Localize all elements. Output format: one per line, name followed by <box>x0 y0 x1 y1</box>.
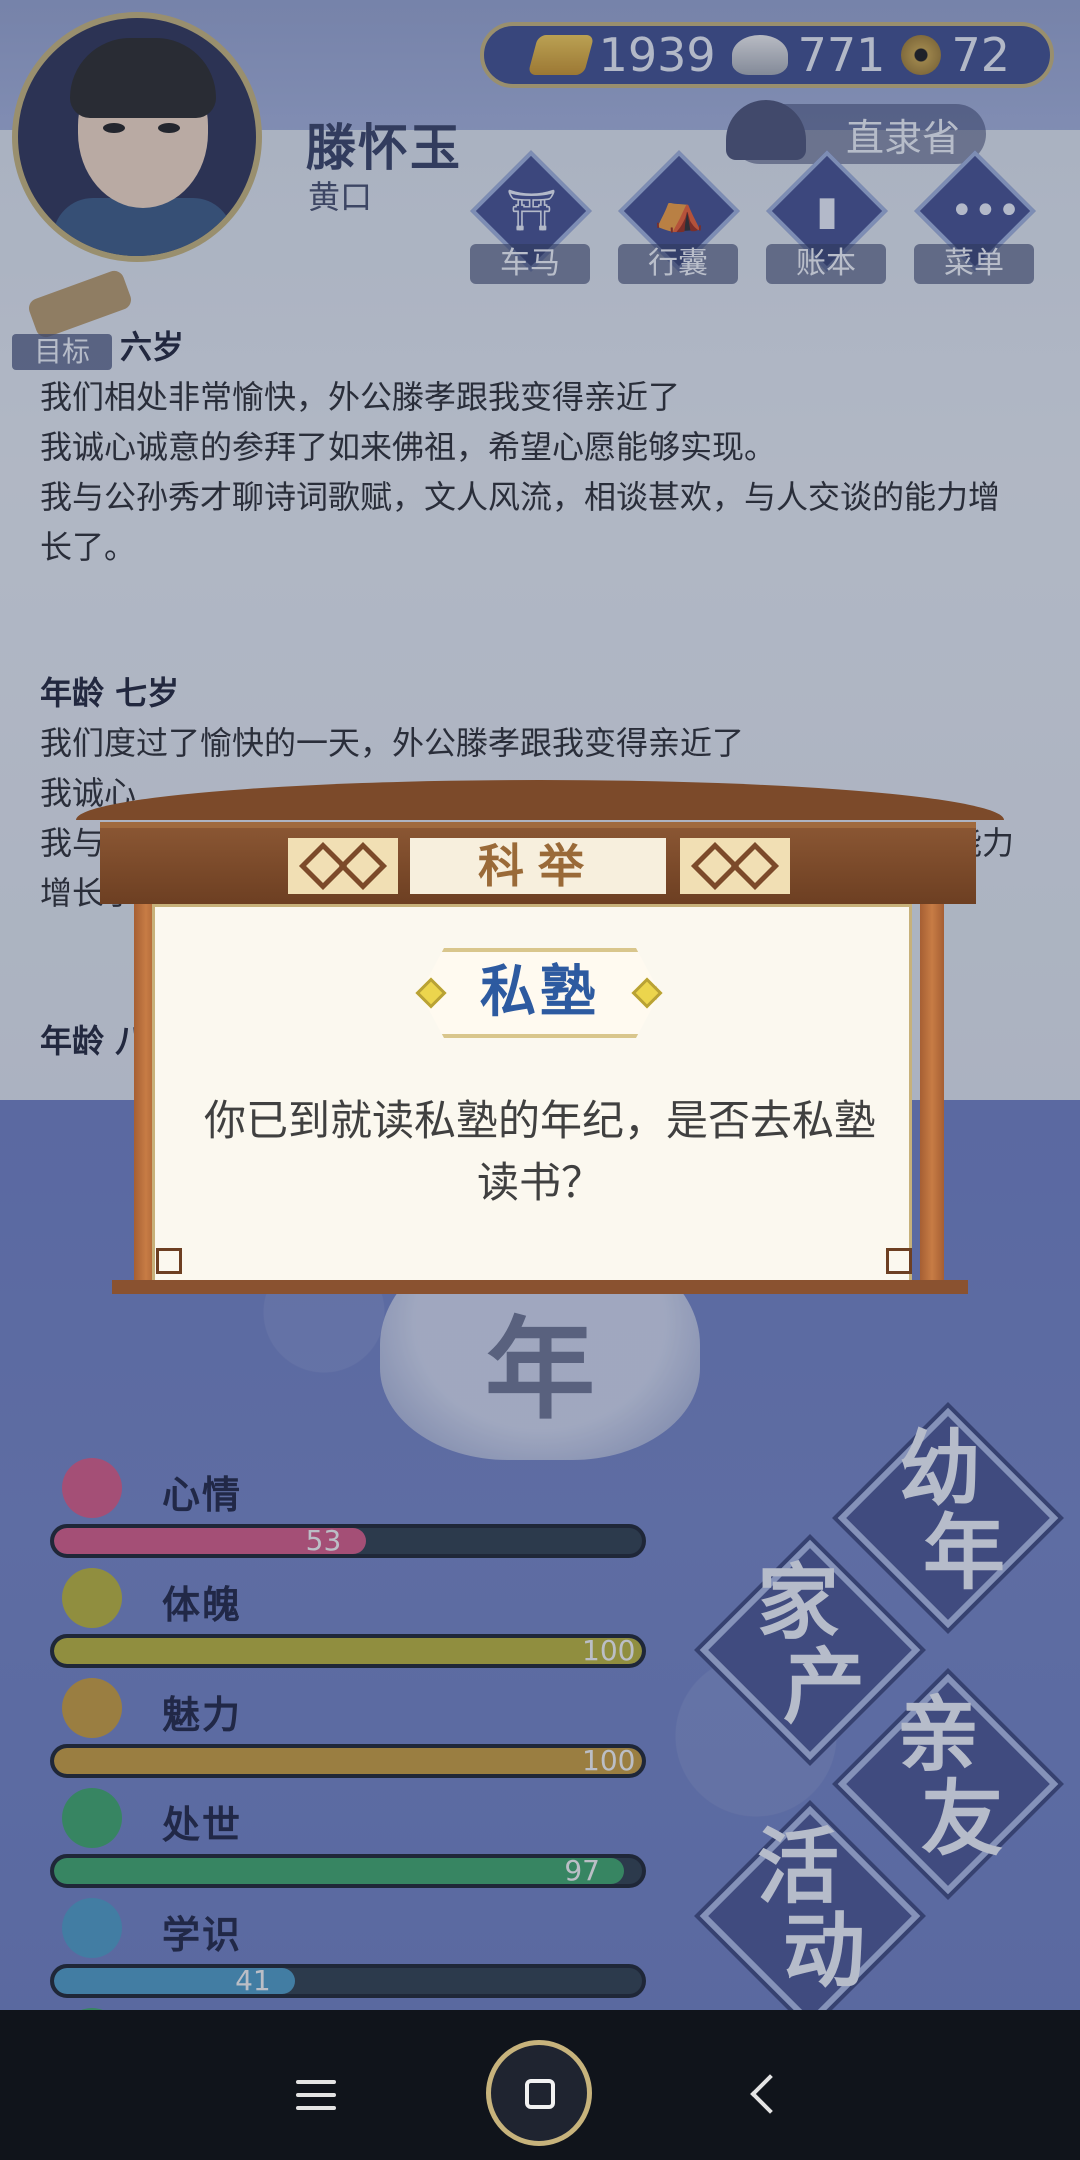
recent-apps-icon[interactable] <box>296 2080 336 2110</box>
modal-pillar-right <box>920 904 944 1290</box>
modal-base <box>112 1280 968 1294</box>
modal-message: 你已到就读私塾的年纪，是否去私塾读书？ <box>203 1096 876 1207</box>
corner-ornament <box>156 1248 182 1274</box>
modal-subtitle: 私塾 <box>420 948 660 1038</box>
diamond-ornament-icon <box>338 841 388 891</box>
beam-ornament-left <box>288 838 398 894</box>
modal-title: 科举 <box>410 838 666 894</box>
corner-ornament <box>886 1248 912 1274</box>
back-icon[interactable] <box>750 2074 790 2114</box>
beam-ornament-right <box>680 838 790 894</box>
diamond-ornament-icon <box>730 841 780 891</box>
home-button[interactable] <box>486 2040 592 2146</box>
system-nav-bar <box>0 2010 1080 2160</box>
home-icon <box>525 2079 555 2109</box>
modal-header-beam: 科举 <box>100 822 976 904</box>
